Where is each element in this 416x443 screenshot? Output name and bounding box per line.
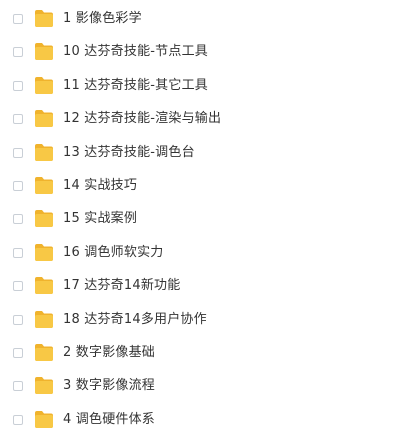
row-checkbox[interactable] (13, 80, 23, 91)
row-checkbox[interactable] (13, 181, 23, 191)
folder-icon (35, 344, 53, 361)
folder-name[interactable]: 15 实战案例 (63, 210, 137, 228)
file-list: 1 影像色彩学 10 达芬奇技能-节点工具 11 达芬奇技能-其它工具 12 达芬奇技… (0, 0, 416, 443)
row-checkbox[interactable] (13, 314, 23, 325)
folder-name[interactable]: 18 达芬奇14多用户协作 (63, 311, 207, 329)
folder-icon (35, 310, 53, 328)
folder-name[interactable]: 1 影像色彩学 (63, 10, 142, 28)
list-item[interactable]: 18 达芬奇14多用户协作 (0, 304, 416, 338)
row-checkbox[interactable] (13, 147, 23, 158)
list-item[interactable]: 16 调色师软实力 (0, 237, 416, 271)
folder-name[interactable]: 4 调色硬件体系 (63, 411, 155, 429)
folder-name[interactable]: 13 达芬奇技能-调色台 (63, 144, 195, 162)
row-checkbox[interactable] (13, 414, 23, 425)
row-checkbox[interactable] (13, 47, 23, 58)
folder-icon (35, 43, 53, 61)
folder-name[interactable]: 3 数字影像流程 (63, 377, 155, 395)
folder-icon (35, 377, 53, 395)
folder-name[interactable]: 10 达芬奇技能-节点工具 (63, 43, 208, 61)
row-checkbox[interactable] (13, 114, 23, 125)
folder-name[interactable]: 14 实战技巧 (63, 177, 137, 195)
list-item[interactable]: 12 达芬奇技能-渲染与输出 (0, 103, 416, 137)
row-checkbox[interactable] (13, 214, 23, 225)
folder-icon (35, 277, 53, 295)
list-item[interactable]: 13 达芬奇技能-调色台 (0, 137, 416, 171)
folder-icon (35, 243, 53, 261)
list-item[interactable]: 14 实战技巧 (0, 170, 416, 204)
list-item[interactable]: 15 实战案例 (0, 203, 416, 237)
row-checkbox[interactable] (13, 381, 23, 392)
list-item[interactable]: 4 调色硬件体系 (0, 404, 416, 438)
folder-name[interactable]: 17 达芬奇14新功能 (63, 277, 180, 295)
folder-icon (35, 410, 53, 428)
folder-name[interactable]: 11 达芬奇技能-其它工具 (63, 77, 208, 95)
folder-icon (35, 177, 53, 194)
folder-name[interactable]: 2 数字影像基础 (63, 344, 155, 362)
row-checkbox[interactable] (13, 247, 23, 258)
list-item[interactable]: 3 数字影像流程 (0, 370, 416, 404)
row-checkbox[interactable] (13, 14, 23, 24)
row-checkbox[interactable] (13, 348, 23, 358)
list-item[interactable]: 1 影像色彩学 (0, 3, 416, 37)
list-item[interactable]: 10 达芬奇技能-节点工具 (0, 36, 416, 70)
folder-icon (35, 110, 53, 128)
folder-icon (35, 76, 53, 94)
folder-icon (35, 10, 53, 27)
folder-name[interactable]: 16 调色师软实力 (63, 244, 163, 262)
folder-icon (35, 143, 53, 161)
list-item[interactable]: 2 数字影像基础 (0, 337, 416, 371)
folder-name[interactable]: 12 达芬奇技能-渲染与输出 (63, 110, 221, 128)
folder-icon (35, 210, 53, 228)
list-item[interactable]: 17 达芬奇14新功能 (0, 270, 416, 304)
row-checkbox[interactable] (13, 281, 23, 292)
list-item[interactable]: 11 达芬奇技能-其它工具 (0, 70, 416, 104)
